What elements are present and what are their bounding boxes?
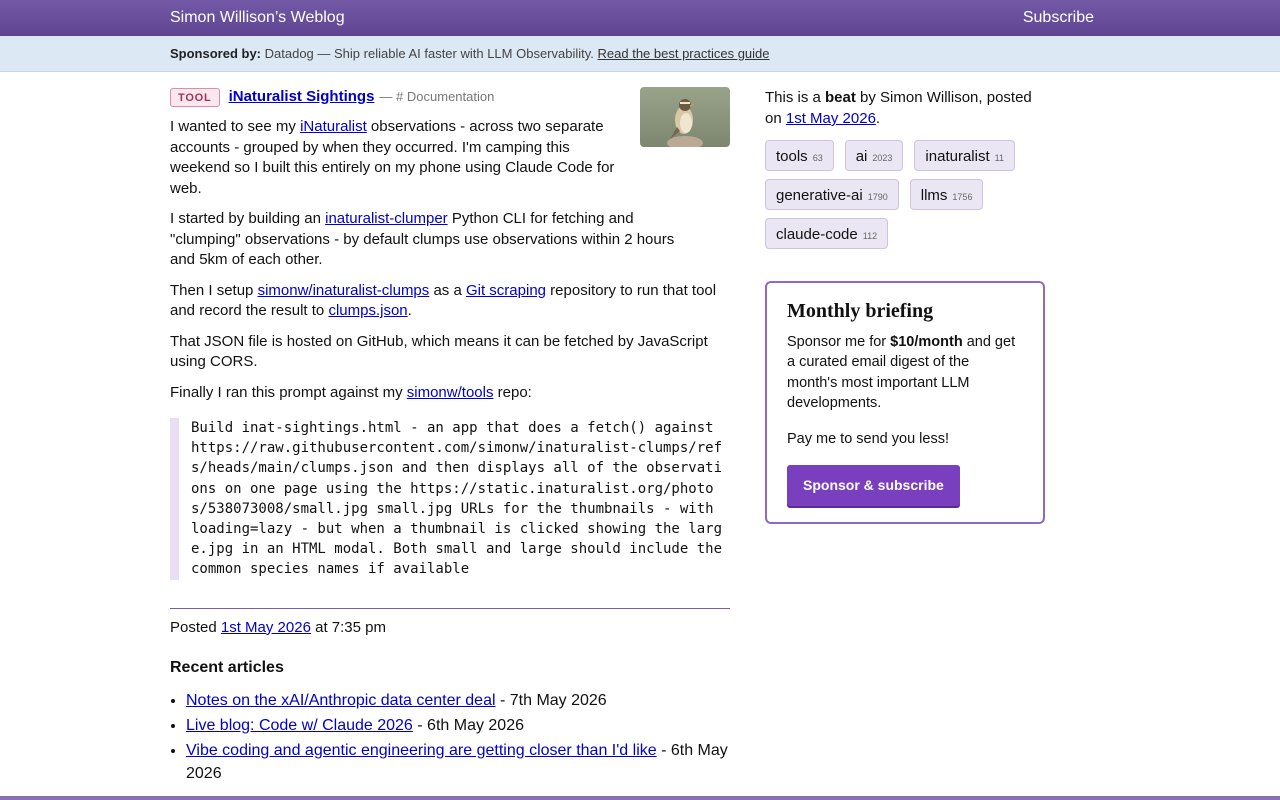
tag-ai[interactable]: ai 2023	[844, 140, 904, 171]
tag-name: inaturalist	[925, 148, 990, 165]
recent-articles-list: Notes on the xAI/Anthropic data center d…	[170, 689, 730, 785]
tag-count: 63	[812, 153, 823, 163]
sponsor-subscribe-button[interactable]: Sponsor & subscribe	[787, 465, 960, 507]
p5-text-a: Finally I ran this prompt against my	[170, 383, 407, 401]
footer-bar	[0, 796, 1280, 800]
site-title-link[interactable]: Simon Willison’s Weblog	[170, 9, 345, 27]
entry-title-link[interactable]: iNaturalist Sightings	[229, 87, 375, 108]
sponsor-label: Sponsored by:	[170, 46, 262, 61]
list-item: Live blog: Code w/ Claude 2026 - 6th May…	[186, 714, 730, 737]
inaturalist-clumps-repo-link[interactable]: simonw/inaturalist-clumps	[258, 282, 430, 299]
tag-inaturalist[interactable]: inaturalist 11	[914, 140, 1015, 171]
tag-generative-ai[interactable]: generative-ai 1790	[765, 179, 899, 210]
p1-text-a: I wanted to see my	[170, 118, 301, 135]
tag-count: 1790	[867, 192, 888, 202]
tag-tools[interactable]: tools 63	[765, 140, 834, 171]
recent-article-link[interactable]: Vibe coding and agentic engineering are …	[186, 742, 657, 759]
clumps-json-link[interactable]: clumps.json	[328, 302, 407, 319]
list-item: Notes on the xAI/Anthropic data center d…	[186, 689, 730, 712]
simonw-tools-link[interactable]: simonw/tools	[407, 384, 494, 401]
briefing-tagline: Pay me to send you less!	[787, 431, 949, 448]
intro-end: .	[875, 110, 881, 127]
briefing-text-a: Sponsor me for	[787, 334, 891, 350]
recent-articles-heading: Recent articles	[170, 659, 284, 677]
p5-text-b: repo:	[493, 383, 532, 401]
tag-count: 1756	[952, 192, 973, 202]
tag-count: 11	[994, 153, 1004, 163]
entry-paragraph-5: Finally I ran this prompt against my sim…	[170, 383, 730, 404]
tag-name: claude-code	[776, 226, 858, 243]
sponsor-guide-link[interactable]: Read the best practices guide	[598, 46, 770, 61]
subscribe-link[interactable]: Subscribe	[1023, 9, 1094, 27]
sponsor-text: Datadog — Ship reliable AI faster with L…	[264, 46, 594, 61]
recent-article-link[interactable]: Live blog: Code w/ Claude 2026	[186, 717, 413, 734]
sidebar: This is a beat by Simon Willison, posted…	[765, 87, 1050, 525]
entry-divider	[170, 607, 730, 609]
intro-text-a: This is a	[765, 89, 826, 106]
tag-count: 2023	[872, 153, 893, 163]
prompt-blockquote: Build inat-sightings.html - an app that …	[170, 418, 730, 580]
list-item: Vibe coding and agentic engineering are …	[186, 739, 730, 785]
entry-paragraph-2: I started by building an inaturalist-clu…	[170, 209, 700, 271]
site-header: Simon Willison’s Weblog Subscribe	[0, 0, 1280, 36]
posted-prefix: Posted	[170, 618, 221, 636]
tag-name: generative-ai	[776, 187, 863, 204]
bird-thumbnail	[640, 87, 730, 147]
git-scraping-link[interactable]: Git scraping	[466, 282, 546, 299]
inaturalist-clumper-link[interactable]: inaturalist-clumper	[325, 210, 448, 227]
intro-beat-word: beat	[825, 89, 856, 106]
recent-article-link[interactable]: Notes on the xAI/Anthropic data center d…	[186, 692, 496, 709]
tag-name: tools	[776, 148, 808, 165]
p2-text-a: I started by building an	[170, 210, 326, 227]
tag-count: 112	[862, 231, 878, 241]
main-content: TOOL iNaturalist Sightings — # Documenta…	[170, 87, 730, 787]
beat-intro: This is a beat by Simon Willison, posted…	[765, 87, 1050, 129]
recent-article-date: - 7th May 2026	[495, 691, 607, 709]
tag-claude-code[interactable]: claude-code 112	[765, 218, 889, 249]
p3-text-a: Then I setup	[170, 281, 258, 299]
tag-list: tools 63 ai 2023 inaturalist 11 generative-…	[765, 140, 1055, 257]
briefing-description: Sponsor me for $10/month and get a curat…	[787, 332, 1023, 413]
tag-name: ai	[855, 148, 868, 165]
entry-paragraph-4: That JSON file is hosted on GitHub, whic…	[170, 332, 708, 371]
p3-text-b: as a	[429, 281, 466, 299]
documentation-link[interactable]: # Documentation	[396, 89, 494, 104]
entry-paragraph-3: Then I setup simonw/inaturalist-clumps a…	[170, 281, 730, 322]
monthly-briefing-box: Monthly briefing Sponsor me for $10/mont…	[765, 281, 1045, 525]
doc-separator: —	[379, 88, 393, 104]
recent-article-date: - 6th May 2026	[412, 716, 524, 734]
tool-badge: TOOL	[170, 87, 220, 107]
posted-line: Posted 1st May 2026 at 7:35 pm	[170, 618, 730, 639]
intro-date-link[interactable]: 1st May 2026	[786, 110, 876, 127]
briefing-title: Monthly briefing	[787, 300, 934, 322]
tag-llms[interactable]: llms 1756	[909, 179, 984, 210]
entry-paragraph-1: I wanted to see my iNaturalist observati…	[170, 117, 620, 199]
inaturalist-link[interactable]: iNaturalist	[300, 118, 367, 135]
tag-name: llms	[920, 187, 948, 204]
sponsor-banner: Sponsored by: Datadog — Ship reliable AI…	[0, 36, 1280, 72]
posted-date-link[interactable]: 1st May 2026	[221, 619, 311, 636]
posted-time: at 7:35 pm	[310, 618, 386, 636]
p3-text-d: .	[407, 302, 412, 319]
briefing-price: $10/month	[890, 334, 963, 350]
documentation-note: — # Documentation	[379, 87, 494, 108]
